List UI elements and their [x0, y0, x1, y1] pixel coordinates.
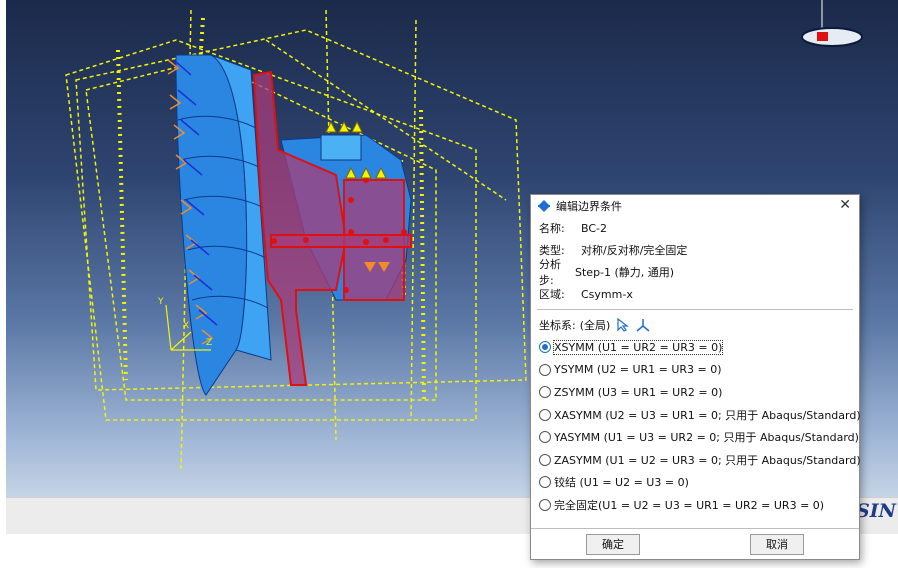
name-label: 名称:: [539, 222, 565, 235]
dialog-title: 编辑边界条件: [556, 200, 622, 213]
option-label: XASYMM (U2 = U3 = UR1 = 0; 只用于 Abaqus/St…: [554, 408, 861, 422]
region-label: 区域:: [539, 288, 565, 301]
option-label: ZASYMM (U1 = U2 = UR3 = 0; 只用于 Abaqus/St…: [554, 453, 861, 467]
view-compass[interactable]: [801, 0, 863, 47]
option-pinned[interactable]: 铰结 (U1 = U2 = U3 = 0): [531, 471, 859, 494]
name-field: 名称: BC-2: [531, 217, 859, 239]
region-field: 区域: Csymm-x: [531, 283, 859, 305]
separator: [537, 309, 853, 310]
boundary-condition-icon: [538, 200, 550, 212]
radio-icon[interactable]: [539, 363, 551, 376]
option-label: YASYMM (U1 = U3 = UR2 = 0; 只用于 Abaqus/St…: [554, 431, 859, 445]
csys-row: 坐标系: (全局): [531, 314, 859, 336]
step-value: Step-1 (静力, 通用): [575, 266, 675, 279]
option-xasymm[interactable]: XASYMM (U2 = U3 = UR1 = 0; 只用于 Abaqus/St…: [531, 404, 861, 427]
option-xsymm[interactable]: XSYMM (U1 = UR2 = UR3 = 0): [531, 336, 859, 359]
option-zasymm[interactable]: ZASYMM (U1 = U2 = UR3 = 0; 只用于 Abaqus/St…: [531, 449, 861, 472]
radio-icon[interactable]: [539, 498, 551, 511]
option-label: XSYMM (U1 = UR2 = UR3 = 0): [552, 339, 724, 355]
radio-icon[interactable]: [539, 408, 551, 421]
radio-selected-icon[interactable]: [539, 341, 551, 354]
option-label: ZSYMM (U3 = UR1 = UR2 = 0): [554, 385, 723, 399]
radio-icon[interactable]: [539, 476, 551, 489]
name-value: BC-2: [581, 221, 608, 235]
option-label: YSYMM (U2 = UR1 = UR3 = 0): [554, 363, 722, 377]
dialog-titlebar[interactable]: 编辑边界条件 ✕: [531, 195, 859, 217]
ok-button[interactable]: 确定: [586, 533, 640, 555]
type-field: 类型: 对称/反对称/完全固定: [531, 239, 859, 261]
step-label: 分析步:: [539, 258, 561, 287]
close-icon[interactable]: ✕: [839, 197, 851, 213]
step-field: 分析步: Step-1 (静力, 通用): [531, 258, 859, 287]
option-label: 铰结 (U1 = U2 = U3 = 0): [554, 476, 689, 490]
create-csys-icon[interactable]: [636, 318, 650, 332]
option-zsymm[interactable]: ZSYMM (U3 = UR1 = UR2 = 0): [531, 381, 859, 404]
cancel-button[interactable]: 取消: [750, 533, 804, 555]
option-ysymm[interactable]: YSYMM (U2 = UR1 = UR3 = 0): [531, 359, 859, 382]
selected-region: [252, 70, 412, 386]
csys-label: 坐标系:: [539, 319, 576, 332]
triad-y-label: Y: [157, 297, 164, 307]
edit-boundary-condition-dialog: 编辑边界条件 ✕ 名称: BC-2 类型: 对称/反对称/完全固定 分析步: S…: [530, 194, 861, 560]
option-label: 完全固定(U1 = U2 = U3 = UR1 = UR2 = UR3 = 0): [554, 498, 825, 512]
region-value: Csymm-x: [581, 287, 633, 301]
option-yasymm[interactable]: YASYMM (U1 = U3 = UR2 = 0; 只用于 Abaqus/St…: [531, 426, 859, 449]
dialog-button-bar: 确定 取消: [531, 528, 859, 559]
radio-icon[interactable]: [539, 453, 551, 466]
type-value: 对称/反对称/完全固定: [581, 244, 688, 257]
option-encastre[interactable]: 完全固定(U1 = U2 = U3 = UR1 = UR2 = UR3 = 0): [531, 494, 859, 517]
triad-z-label: Z: [206, 338, 212, 348]
radio-icon[interactable]: [539, 431, 551, 444]
select-arrow-icon[interactable]: [616, 318, 630, 332]
triad-x-label: X: [183, 321, 189, 331]
radio-icon[interactable]: [539, 386, 551, 399]
csys-value: (全局): [579, 319, 611, 332]
